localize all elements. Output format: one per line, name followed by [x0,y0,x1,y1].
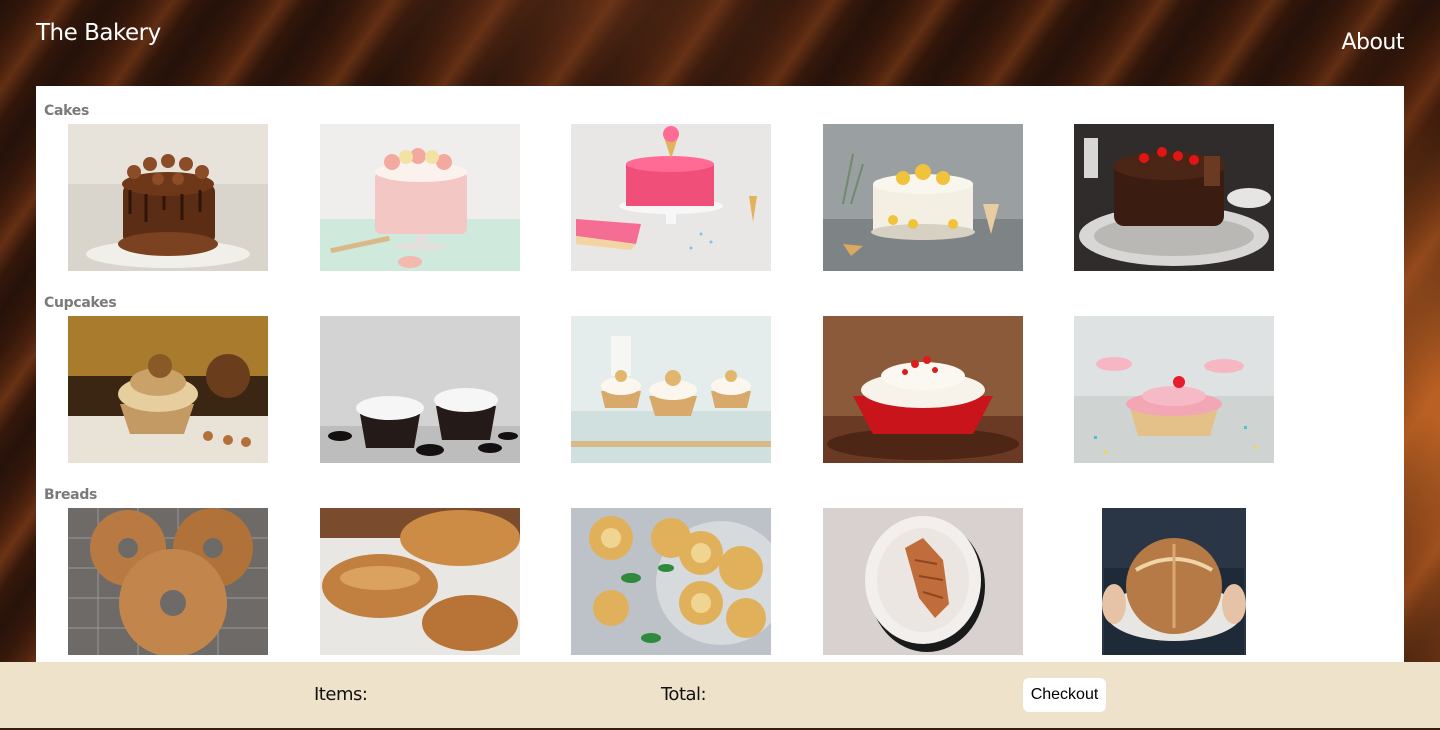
product-image-pink-drip-cake[interactable] [571,124,771,271]
product-image-red-velvet-cupcake[interactable] [822,316,1023,463]
product-row [68,124,1326,271]
product-image-bagels[interactable] [68,508,268,655]
product-image-yellow-drip-cake[interactable] [822,124,1023,271]
top-bar: The Bakery About [0,0,1440,86]
product-image-pink-frosted-cupcake[interactable] [1074,316,1274,463]
checkout-button[interactable]: Checkout [1023,678,1106,712]
product-image-caramel-cupcake[interactable] [68,316,268,463]
cart-bar: Items: Total: Checkout [0,662,1440,728]
product-image-pastel-cake[interactable] [319,124,520,271]
product-row [68,316,1326,463]
brand-logo[interactable]: The Bakery [36,20,161,46]
total-label: Total: [661,684,707,705]
product-image-chocolate-cake[interactable] [68,124,268,271]
product-image-apple-pastries[interactable] [571,508,771,655]
items-label: Items: [314,684,368,705]
product-row [68,508,1326,655]
product-image-croissant[interactable] [822,508,1023,655]
product-image-rustic-rolls[interactable] [319,508,520,655]
product-panel: Cakes Cupcakes Breads [36,86,1404,662]
section-title: Cakes [44,103,89,119]
product-image-cherry-chocolate-cake[interactable] [1074,124,1274,271]
section-title: Cupcakes [44,295,117,311]
product-image-sourdough-loaf[interactable] [1074,508,1274,655]
nav-about-link[interactable]: About [1341,30,1404,55]
product-image-oreo-cupcake[interactable] [319,316,520,463]
product-image-waffle-cupcakes[interactable] [571,316,771,463]
section-title: Breads [44,487,98,503]
